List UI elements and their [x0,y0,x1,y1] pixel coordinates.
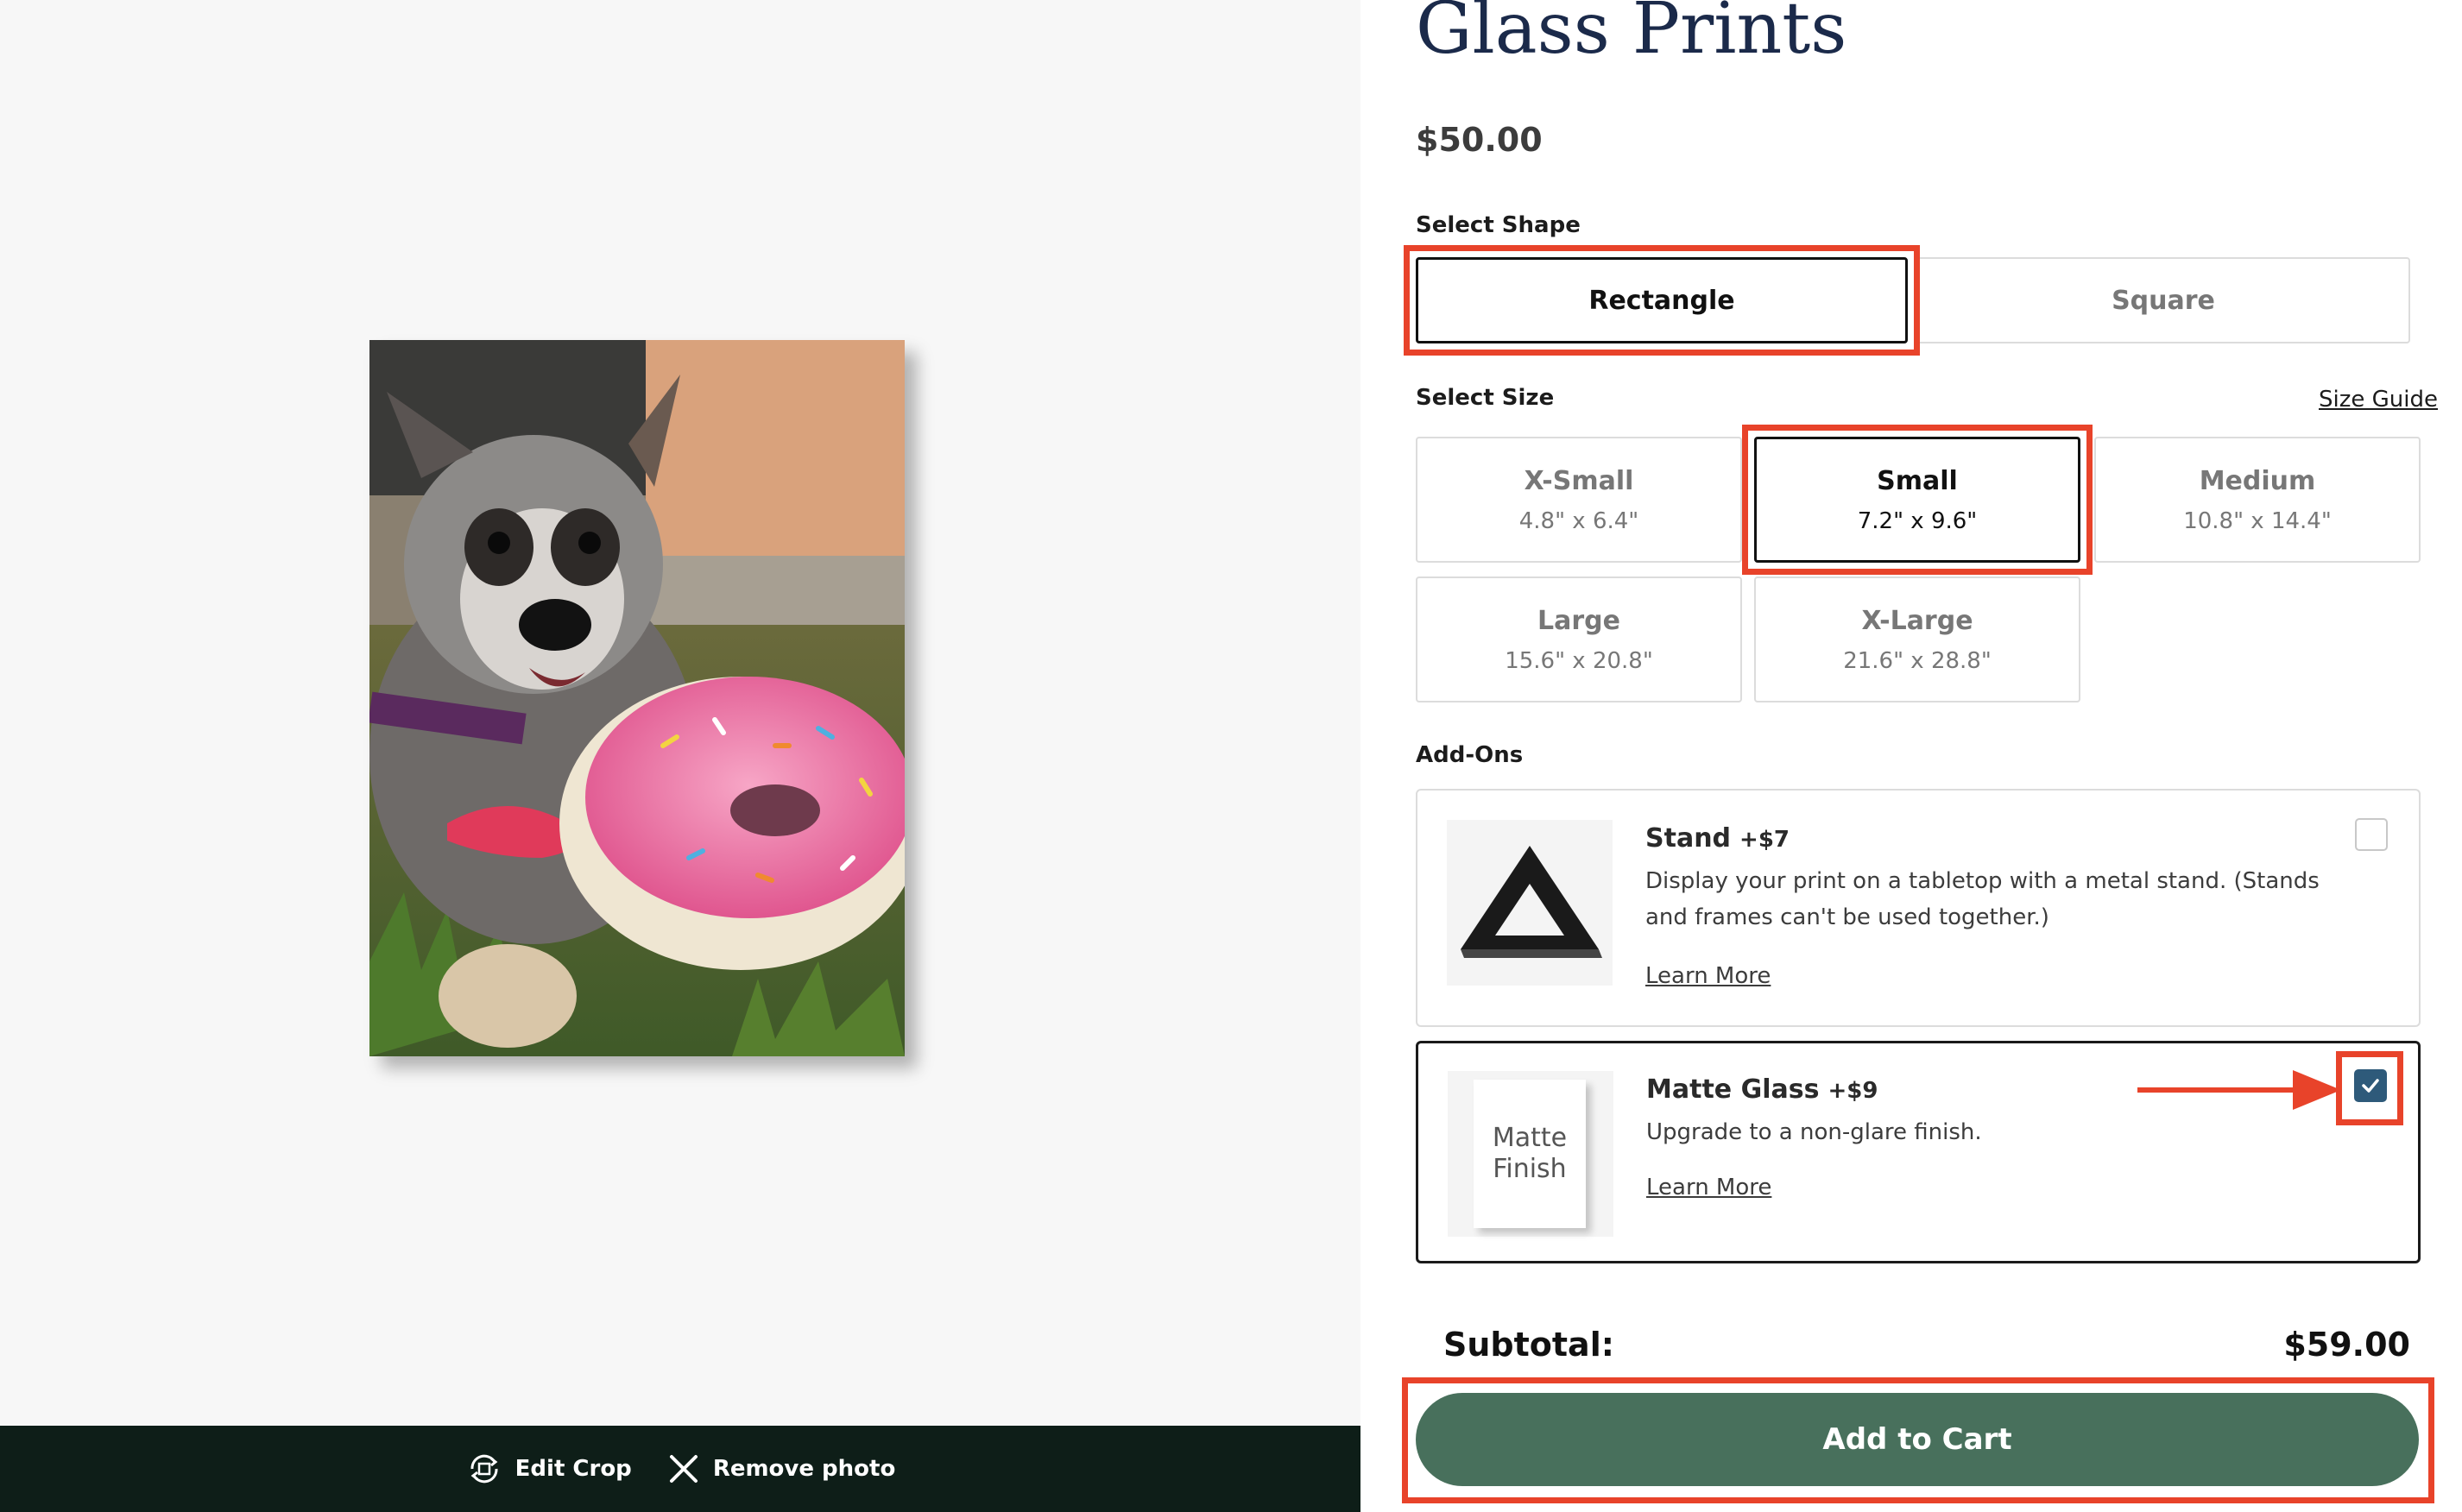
size-option-x-small[interactable]: X-Small 4.8" x 6.4" [1416,437,1742,563]
stand-learn-more-link[interactable]: Learn More [1645,963,1771,989]
subtotal-label: Subtotal: [1443,1326,1614,1364]
matte-thumb-text: Matte [1492,1123,1568,1153]
size-option-dims: 4.8" x 6.4" [1518,507,1639,534]
addon-title: Stand +$7 [1645,823,1790,854]
addon-name: Matte Glass [1646,1074,1820,1105]
size-option-dims: 10.8" x 14.4" [2183,507,2332,534]
size-option-dims: 21.6" x 28.8" [1843,647,1992,674]
shape-option-rectangle[interactable]: Rectangle [1416,257,1908,343]
add-ons-label: Add-Ons [1416,742,1524,768]
add-to-cart-button[interactable]: Add to Cart [1416,1393,2419,1486]
matte-glass-checkbox[interactable] [2354,1069,2387,1102]
photo-toolbar: Edit Crop Remove photo [0,1426,1360,1512]
size-option-label: Large [1537,605,1620,636]
select-shape-label: Select Shape [1416,212,1581,238]
addon-price: +$9 [1828,1078,1878,1104]
matte-finish-card: Matte Finish [1474,1080,1586,1228]
size-option-label: X-Small [1524,465,1634,496]
addon-description: Display your print on a tabletop with a … [1645,868,2320,930]
shape-option-label: Rectangle [1588,285,1735,316]
checkmark-icon [2362,1079,2379,1093]
addon-price: +$7 [1739,827,1790,853]
crop-rotate-icon [465,1450,503,1488]
print-preview-photo [369,340,905,1056]
stand-icon [1447,820,1613,986]
edit-crop-button[interactable]: Edit Crop [465,1450,632,1488]
size-option-large[interactable]: Large 15.6" x 20.8" [1416,576,1742,702]
product-options-panel: Glass Prints $50.00 Select Shape Rectang… [1360,0,2462,1512]
size-option-dims: 7.2" x 9.6" [1857,507,1978,534]
size-option-small[interactable]: Small 7.2" x 9.6" [1754,437,2080,563]
matte-learn-more-link[interactable]: Learn More [1646,1175,1771,1200]
shape-option-square[interactable]: Square [1916,257,2410,343]
puppy-photo-image [369,340,905,1056]
size-option-label: Small [1877,465,1958,496]
size-option-x-large[interactable]: X-Large 21.6" x 28.8" [1754,576,2080,702]
size-option-label: Medium [2199,465,2316,496]
addon-stand-card: Stand +$7 Display your print on a tableto… [1416,789,2421,1027]
product-price: $50.00 [1416,121,1543,159]
close-icon [666,1452,701,1486]
addon-description: Upgrade to a non-glare finish. [1646,1119,1982,1145]
finish-thumb-text: Finish [1493,1154,1567,1184]
matte-finish-icon: Matte Finish [1448,1071,1613,1237]
size-option-medium[interactable]: Medium 10.8" x 14.4" [2094,437,2421,563]
remove-photo-label: Remove photo [712,1456,896,1482]
arrow-right-icon [2137,1070,2341,1110]
size-guide-link[interactable]: Size Guide [2319,387,2438,413]
subtotal-value: $59.00 [2283,1326,2410,1364]
edit-crop-label: Edit Crop [514,1456,632,1482]
addon-title: Matte Glass +$9 [1646,1074,1878,1105]
product-title: Glass Prints [1416,0,1847,70]
size-option-label: X-Large [1861,605,1973,636]
select-size-label: Select Size [1416,385,1555,411]
photo-preview-area: Edit Crop Remove photo [0,0,1360,1512]
stand-checkbox[interactable] [2355,818,2388,851]
shape-option-label: Square [2112,285,2215,316]
addon-name: Stand [1645,823,1732,854]
size-option-dims: 15.6" x 20.8" [1505,647,1653,674]
remove-photo-button[interactable]: Remove photo [666,1452,896,1486]
